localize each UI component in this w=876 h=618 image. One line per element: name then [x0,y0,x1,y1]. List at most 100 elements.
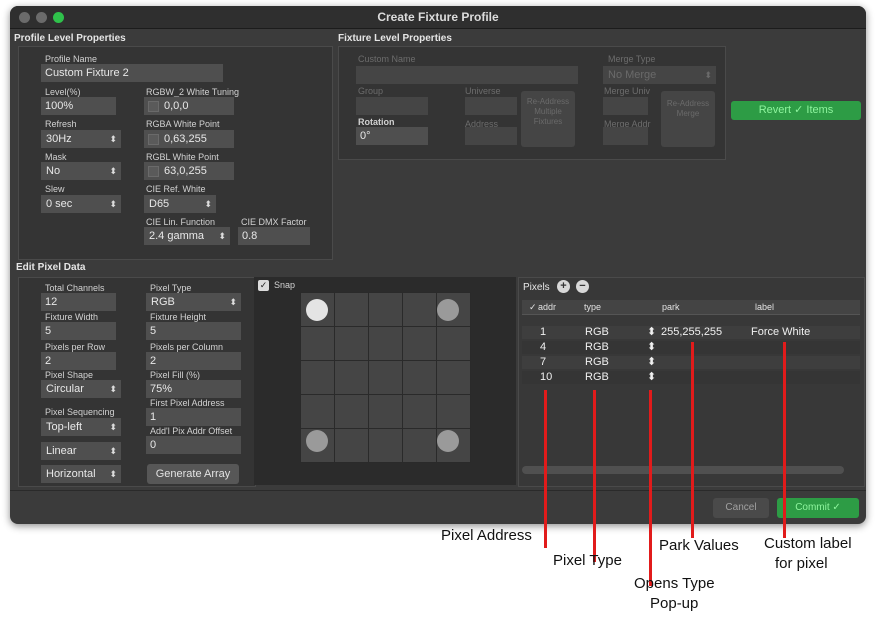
type-popup-icon[interactable]: ⬍ [647,325,656,338]
first-pixel-address-input[interactable]: 1 [146,408,241,426]
pixel-2[interactable] [437,299,459,321]
merge-univ-label: Merge Univ [604,86,651,96]
row-type: RGB [585,326,609,338]
pixel-sequencing-label: Pixel Sequencing [45,407,115,417]
rgba-checkbox[interactable] [148,134,159,145]
pixel-shape-label: Pixel Shape [45,370,94,380]
type-popup-icon[interactable]: ⬍ [647,355,656,368]
merge-type-select[interactable]: No Merge ⬍ [603,66,716,84]
row-park[interactable]: 255,255,255 [661,326,722,338]
total-channels-label: Total Channels [45,283,105,293]
rgbw-checkbox[interactable] [148,101,159,112]
fixture-width-label: Fixture Width [45,312,99,322]
grid-cell[interactable] [403,293,437,327]
slew-label: Slew [45,184,65,194]
stepper-arrows-icon: ⬍ [229,297,237,307]
grid-cell[interactable] [369,395,403,429]
mask-select[interactable]: No ⬍ [41,162,121,180]
horizontal-scrollbar[interactable] [522,466,844,474]
pixel-3[interactable] [306,430,328,452]
callout-line-pixel-type [593,390,596,562]
add-pixel-icon[interactable]: + [557,280,570,293]
readdress-multiple-button[interactable]: Re-Address Multiple Fixtures [521,91,575,147]
mask-label: Mask [45,152,67,162]
grid-cell[interactable] [301,327,335,361]
pixel-4[interactable] [437,430,459,452]
remove-pixel-icon[interactable]: − [576,280,589,293]
group-input[interactable] [356,97,428,115]
cie-ref-select[interactable]: D65 ⬍ [144,195,216,213]
grid-cell[interactable] [403,327,437,361]
grid-cell[interactable] [335,395,369,429]
custom-name-label: Custom Name [358,54,416,64]
row-label[interactable]: Force White [751,326,810,338]
total-channels-input[interactable]: 12 [41,293,116,311]
universe-input[interactable] [465,97,517,115]
readdress-merge-button[interactable]: Re-Address Merge [661,91,715,147]
grid-cell[interactable] [437,327,471,361]
header-check[interactable]: ✓ [529,302,537,313]
rotation-input[interactable]: 0° [356,127,428,145]
refresh-select[interactable]: 30Hz ⬍ [41,130,121,148]
pixel-1[interactable] [306,299,328,321]
grid-cell[interactable] [369,361,403,395]
pixel-type-select[interactable]: RGB ⬍ [146,293,241,311]
commit-button[interactable]: Commit ✓ [777,498,859,518]
callout-line-opens-type [649,390,652,586]
grid-cell[interactable] [301,361,335,395]
cancel-button[interactable]: Cancel [713,498,769,518]
seq-dir-select[interactable]: Horizontal ⬍ [41,465,121,483]
pixel-fill-label: Pixel Fill (%) [150,370,201,380]
grid-cell[interactable] [403,361,437,395]
addl-offset-input[interactable]: 0 [146,436,241,454]
annotation-pixel-address: Pixel Address [441,527,532,544]
pixel-shape-select[interactable]: Circular ⬍ [41,380,121,398]
grid-cell[interactable] [437,361,471,395]
header-addr[interactable]: addr [538,302,556,312]
fixture-section-title: Fixture Level Properties [338,33,452,44]
fixture-width-input[interactable]: 5 [41,322,116,340]
grid-cell[interactable] [403,429,437,463]
revert-items-button[interactable]: Revert ✓ Items [731,101,861,120]
pixel-shape-value: Circular [46,383,84,395]
stepper-arrows-icon: ⬍ [704,70,712,80]
grid-cell[interactable] [335,361,369,395]
grid-cell[interactable] [301,395,335,429]
seq-start-select[interactable]: Top-left ⬍ [41,418,121,436]
slew-select[interactable]: 0 sec ⬍ [41,195,121,213]
merge-addr-input[interactable] [603,127,648,145]
fixture-height-input[interactable]: 5 [146,322,241,340]
header-type[interactable]: type [584,302,601,312]
snap-checkbox[interactable]: ✓ [258,280,269,291]
grid-cell[interactable] [369,293,403,327]
pixels-per-row-label: Pixels per Row [45,342,106,352]
grid-cell[interactable] [335,293,369,327]
address-input[interactable] [465,127,517,145]
custom-name-input[interactable] [356,66,578,84]
grid-cell[interactable] [335,327,369,361]
grid-cell[interactable] [403,395,437,429]
pixel-fill-input[interactable]: 75% [146,380,241,398]
annotation-park-values: Park Values [659,537,739,554]
merge-univ-input[interactable] [603,97,648,115]
rgbl-label: RGBL White Point [146,152,219,162]
pixel-type-value: RGB [151,296,175,308]
profile-name-input[interactable]: Custom Fixture 2 [41,64,223,82]
header-park[interactable]: park [662,302,680,312]
pixels-per-column-input[interactable]: 2 [146,352,241,370]
header-label[interactable]: label [755,302,774,312]
pixels-per-row-input[interactable]: 2 [41,352,116,370]
grid-cell[interactable] [369,429,403,463]
grid-cell[interactable] [437,395,471,429]
rgbl-checkbox[interactable] [148,166,159,177]
level-input[interactable]: 100% [41,97,116,115]
grid-cell[interactable] [335,429,369,463]
type-popup-icon[interactable]: ⬍ [647,370,656,383]
generate-array-button[interactable]: Generate Array [147,464,239,484]
type-popup-icon[interactable]: ⬍ [647,340,656,353]
rgba-label: RGBA White Point [146,119,220,129]
cie-dmx-input[interactable]: 0.8 [238,227,310,245]
cie-lin-select[interactable]: 2.4 gamma ⬍ [144,227,230,245]
grid-cell[interactable] [369,327,403,361]
seq-mode-select[interactable]: Linear ⬍ [41,442,121,460]
